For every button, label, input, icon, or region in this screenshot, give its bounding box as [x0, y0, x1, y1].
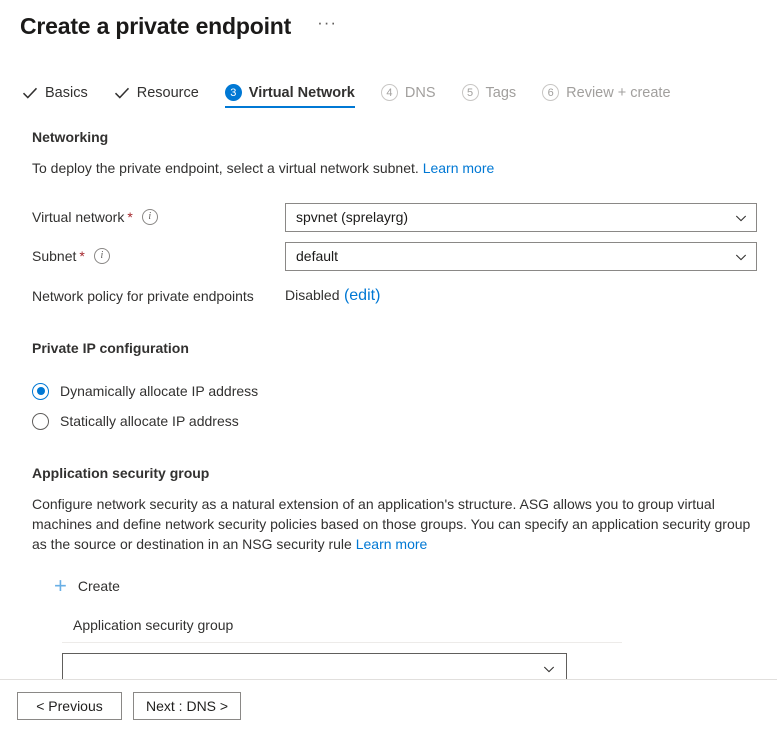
wizard-tabs: Basics Resource 3 Virtual Network 4 DNS … [0, 78, 777, 108]
page-header: Create a private endpoint ··· [0, 0, 777, 44]
radio-icon-unselected [32, 412, 49, 430]
tab-dns[interactable]: 4 DNS [380, 84, 436, 108]
asg-learn-more-link[interactable]: Learn more [356, 536, 428, 552]
more-options-icon[interactable]: ··· [313, 14, 341, 37]
radio-statically-allocate[interactable]: Statically allocate IP address [32, 408, 757, 434]
check-icon [114, 85, 130, 101]
chevron-down-icon [735, 211, 747, 223]
subnet-row: Subnet * i default [32, 241, 757, 271]
networking-description: To deploy the private endpoint, select a… [32, 158, 757, 178]
radio-statically-allocate-label: Statically allocate IP address [60, 413, 239, 429]
networking-learn-more-link[interactable]: Learn more [423, 160, 495, 176]
check-icon [22, 85, 38, 101]
network-policy-value: Disabled [285, 287, 340, 303]
tab-virtual-network[interactable]: 3 Virtual Network [224, 84, 355, 108]
tab-resource-label: Resource [136, 85, 199, 101]
virtual-network-label: Virtual network * i [32, 209, 285, 225]
networking-heading: Networking [32, 129, 109, 145]
network-policy-label: Network policy for private endpoints [32, 288, 285, 304]
next-dns-button[interactable]: Next : DNS > [133, 692, 242, 720]
create-asg-button[interactable]: + Create [54, 573, 120, 598]
step-number-badge: 5 [461, 84, 479, 101]
private-ip-heading: Private IP configuration [32, 340, 189, 356]
tab-basics[interactable]: Basics [22, 85, 88, 108]
virtual-network-row: Virtual network * i spvnet (sprelayrg) [32, 202, 757, 232]
chevron-down-icon [735, 250, 747, 262]
main-content: Networking To deploy the private endpoin… [0, 129, 777, 692]
network-policy-value-group: Disabled (edit) [285, 287, 380, 305]
step-number-badge: 3 [224, 84, 242, 101]
virtual-network-value: spvnet (sprelayrg) [296, 209, 409, 225]
virtual-network-select[interactable]: spvnet (sprelayrg) [285, 202, 757, 232]
required-asterisk: * [79, 248, 85, 264]
private-ip-radio-group: Dynamically allocate IP address Statical… [32, 378, 757, 434]
tab-review-create-label: Review + create [566, 84, 671, 101]
radio-dynamically-allocate-label: Dynamically allocate IP address [60, 383, 259, 399]
asg-heading: Application security group [32, 465, 210, 481]
network-policy-edit-link[interactable]: (edit) [344, 287, 380, 304]
plus-icon: + [54, 573, 67, 598]
tab-virtual-network-label: Virtual Network [248, 84, 355, 101]
page-title: Create a private endpoint [20, 13, 292, 39]
radio-icon-selected [32, 382, 49, 400]
networking-description-text: To deploy the private endpoint, select a… [32, 160, 419, 176]
subnet-label: Subnet * i [32, 248, 285, 264]
step-number-badge: 6 [542, 84, 560, 101]
previous-button[interactable]: < Previous [17, 692, 122, 720]
tab-resource[interactable]: Resource [114, 85, 199, 108]
subnet-select[interactable]: default [285, 241, 757, 271]
asg-table-header: Application security group [73, 617, 234, 633]
info-icon[interactable]: i [93, 248, 110, 264]
chevron-down-icon [543, 662, 555, 674]
network-policy-row: Network policy for private endpoints Dis… [32, 281, 757, 311]
tab-dns-label: DNS [404, 84, 436, 101]
asg-select[interactable] [62, 653, 567, 682]
tab-review-create[interactable]: 6 Review + create [542, 84, 671, 108]
step-number-badge: 4 [380, 84, 398, 101]
asg-description: Configure network security as a natural … [32, 494, 757, 554]
tab-basics-label: Basics [45, 85, 88, 101]
subnet-label-text: Subnet [32, 248, 77, 264]
info-icon[interactable]: i [141, 209, 158, 225]
tab-tags-label: Tags [485, 84, 517, 101]
required-asterisk: * [127, 209, 133, 225]
network-policy-label-text: Network policy for private endpoints [32, 288, 254, 304]
tab-tags[interactable]: 5 Tags [461, 84, 517, 108]
subnet-value: default [296, 248, 339, 264]
virtual-network-label-text: Virtual network [32, 209, 125, 225]
wizard-footer: < Previous Next : DNS > [0, 680, 777, 732]
radio-dynamically-allocate[interactable]: Dynamically allocate IP address [32, 378, 757, 404]
create-asg-label: Create [77, 578, 120, 594]
